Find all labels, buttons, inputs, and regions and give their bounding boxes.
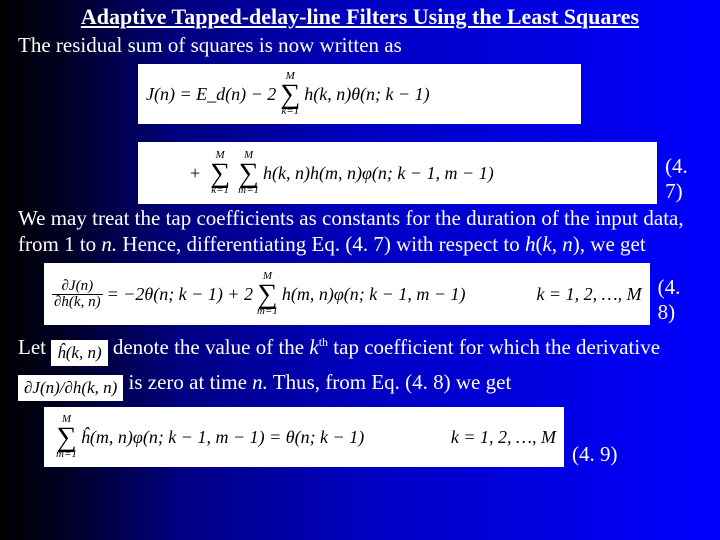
equation-4-8-block: ∂J(n) ∂h(k, n) = −2θ(n; k − 1) + 2 M ∑ m…: [44, 263, 702, 325]
equation-ref-4-7: (4. 7): [665, 154, 709, 204]
eq48-cond: k = 1, 2, …, M: [536, 284, 641, 305]
slide-content: Adaptive Tapped-delay-line Filters Using…: [0, 0, 720, 467]
sum-symbol: M ∑ k=1: [280, 72, 300, 117]
hhat-inline: ĥ(k, n): [51, 340, 107, 366]
partial-inline: ∂J(n)/∂h(k, n): [18, 375, 123, 401]
intro-text: The residual sum of squares is now writt…: [18, 32, 702, 58]
equation-4-9-block: M ∑ m=1 ĥ(m, n)φ(n; k − 1, m − 1) = θ(n;…: [44, 407, 702, 467]
paragraph-4-7: We may treat the tap coefficients as con…: [18, 206, 702, 257]
eq47-rhs: h(k, n)θ(n; k − 1): [304, 84, 429, 105]
partial-frac: ∂J(n) ∂h(k, n): [52, 279, 103, 310]
equation-4-7-line1: J(n) = E_d(n) − 2 M ∑ k=1 h(k, n)θ(n; k …: [138, 64, 581, 124]
equation-ref-4-8: (4. 8): [658, 275, 702, 325]
eq47-lhs: J(n) = E_d(n) − 2: [146, 84, 276, 105]
equation-4-7-line2: + M ∑ k=1 M ∑ m=1 h(k, n)h(m, n)φ(n; k −…: [138, 142, 657, 204]
sum-symbol: M ∑ m=1: [257, 272, 278, 317]
let-paragraph: Let ĥ(k, n) denote the value of the kth …: [18, 331, 702, 401]
equation-4-8: ∂J(n) ∂h(k, n) = −2θ(n; k − 1) + 2 M ∑ m…: [44, 263, 650, 325]
equation-ref-4-9: (4. 9): [572, 442, 618, 467]
slide-title: Adaptive Tapped-delay-line Filters Using…: [18, 4, 702, 30]
sum-symbol: M ∑ m=1: [56, 415, 77, 460]
eq49-cond: k = 1, 2, …, M: [451, 427, 556, 448]
sum-symbol: M ∑ k=1: [210, 151, 230, 196]
equation-4-9: M ∑ m=1 ĥ(m, n)φ(n; k − 1, m − 1) = θ(n;…: [44, 407, 564, 467]
eq47-body: h(k, n)h(m, n)φ(n; k − 1, m − 1): [263, 163, 494, 184]
equation-4-7-block: J(n) = E_d(n) − 2 M ∑ k=1 h(k, n)θ(n; k …: [138, 64, 702, 204]
sum-symbol: M ∑ m=1: [238, 151, 259, 196]
